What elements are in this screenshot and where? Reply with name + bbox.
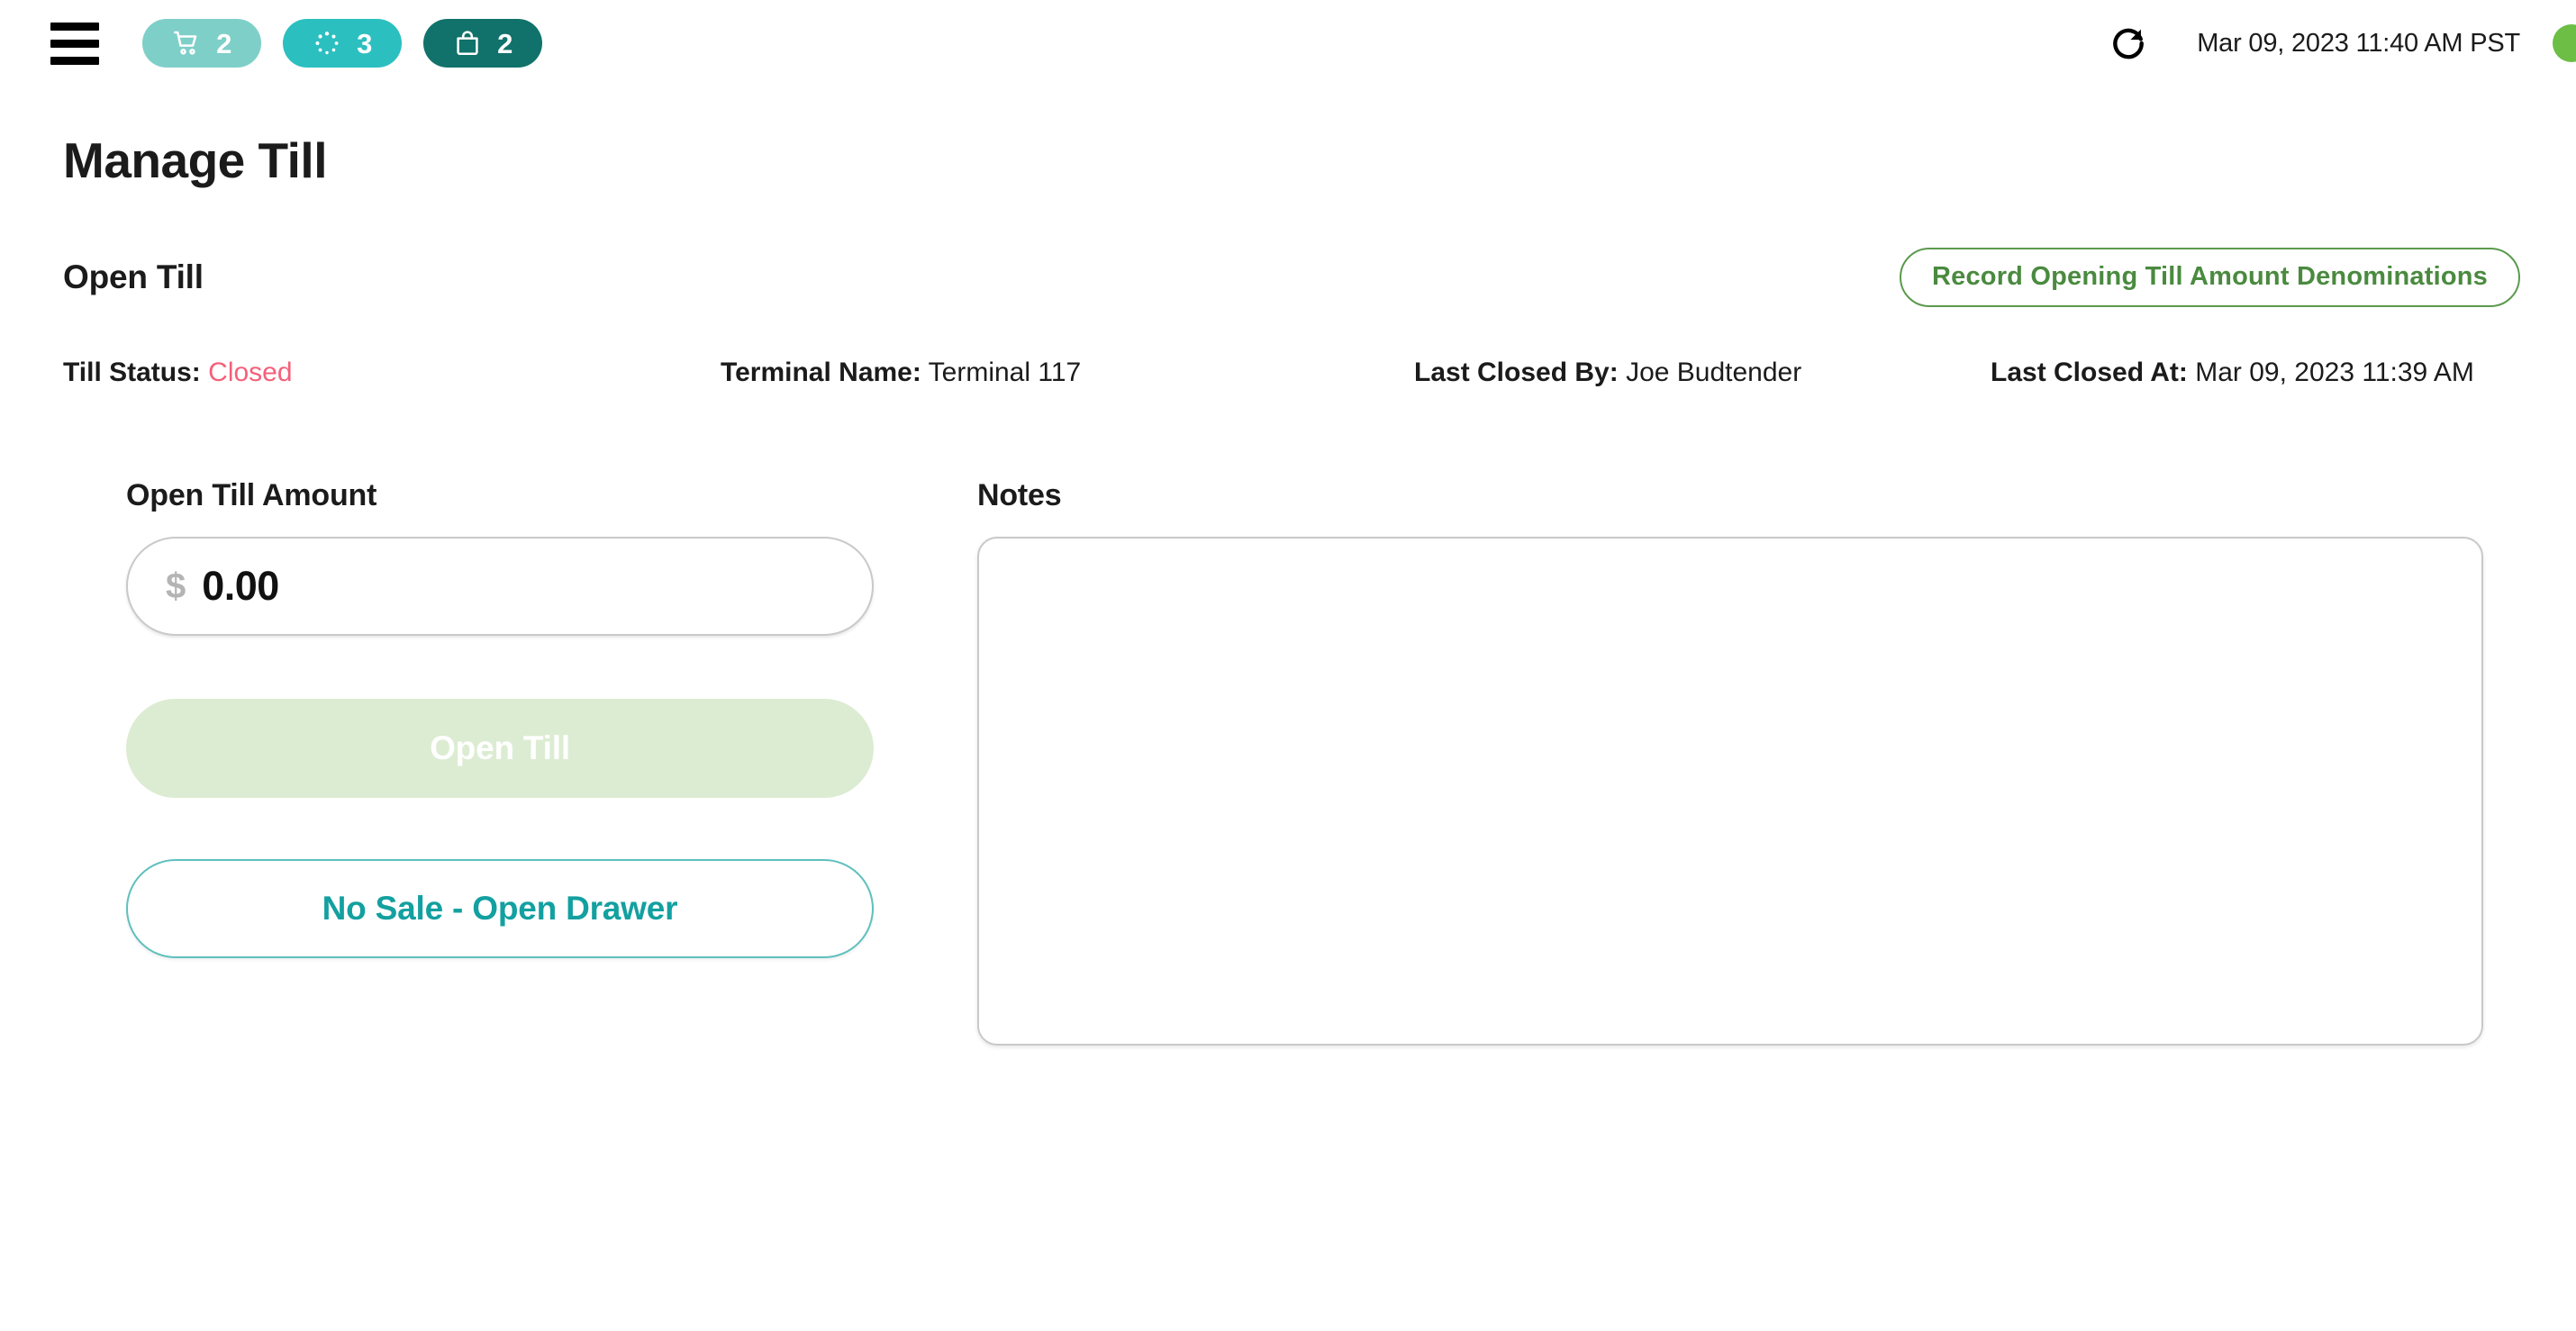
- status-indicator-dot: [2553, 24, 2576, 62]
- refresh-icon[interactable]: [2103, 18, 2154, 68]
- till-form-left-column: Open Till Amount $ 0.00 Open Till No Sal…: [63, 478, 977, 958]
- cart-badge[interactable]: 2: [142, 19, 261, 68]
- last-closed-at-item: Last Closed At: Mar 09, 2023 11:39 AM: [1991, 358, 2474, 388]
- status-badges: 2 3 2: [142, 19, 542, 68]
- top-bar: 2 3 2 Mar 09, 2023 11:40 AM PST: [0, 0, 2576, 86]
- till-status-value: Closed: [208, 357, 293, 387]
- section-title: Open Till: [63, 258, 204, 295]
- till-status-label: Till Status:: [63, 357, 201, 387]
- page-content: Manage Till Open Till Record Opening Til…: [0, 86, 2576, 1050]
- open-till-amount-label: Open Till Amount: [126, 477, 377, 512]
- last-closed-at-value: Mar 09, 2023 11:39 AM: [2195, 357, 2474, 387]
- notes-textarea[interactable]: [977, 536, 2483, 1046]
- no-sale-open-drawer-button[interactable]: No Sale - Open Drawer: [126, 858, 874, 958]
- hamburger-menu-icon[interactable]: [50, 20, 108, 67]
- pending-badge[interactable]: 3: [283, 19, 402, 68]
- last-closed-by-item: Last Closed By: Joe Budtender: [1414, 358, 1991, 388]
- pending-badge-count: 3: [357, 27, 373, 59]
- cart-badge-count: 2: [216, 27, 232, 59]
- till-meta-row: Till Status: Closed Terminal Name: Termi…: [63, 358, 2520, 388]
- orders-badge[interactable]: 2: [423, 19, 542, 68]
- open-till-amount-input[interactable]: $ 0.00: [126, 536, 874, 636]
- terminal-name-value: Terminal 117: [928, 357, 1082, 387]
- till-status-item: Till Status: Closed: [63, 358, 721, 388]
- section-header: Open Till Record Opening Till Amount Den…: [63, 247, 2520, 307]
- hamburger-bar: [50, 39, 99, 48]
- hamburger-bar: [50, 56, 99, 65]
- till-form: Open Till Amount $ 0.00 Open Till No Sal…: [63, 478, 2520, 1050]
- open-till-button[interactable]: Open Till: [126, 698, 874, 798]
- last-closed-by-value: Joe Budtender: [1626, 357, 1802, 387]
- terminal-name-label: Terminal Name:: [721, 357, 921, 387]
- terminal-name-item: Terminal Name: Terminal 117: [721, 358, 1414, 388]
- page-title: Manage Till: [63, 132, 328, 188]
- till-form-right-column: Notes: [977, 478, 2520, 1050]
- hamburger-bar: [50, 22, 99, 31]
- loading-spinner-icon: [312, 28, 342, 59]
- top-bar-right: Mar 09, 2023 11:40 AM PST: [2103, 18, 2576, 68]
- shopping-cart-icon: [171, 28, 202, 59]
- timestamp: Mar 09, 2023 11:40 AM PST: [2197, 28, 2520, 58]
- last-closed-by-label: Last Closed By:: [1414, 357, 1619, 387]
- notes-label: Notes: [977, 477, 1062, 512]
- last-closed-at-label: Last Closed At:: [1991, 357, 2188, 387]
- orders-badge-count: 2: [497, 27, 513, 59]
- shopping-bag-icon: [452, 28, 483, 59]
- open-till-amount-value: 0.00: [202, 563, 279, 609]
- record-opening-denominations-button[interactable]: Record Opening Till Amount Denominations: [1899, 247, 2520, 307]
- currency-symbol: $: [166, 566, 186, 606]
